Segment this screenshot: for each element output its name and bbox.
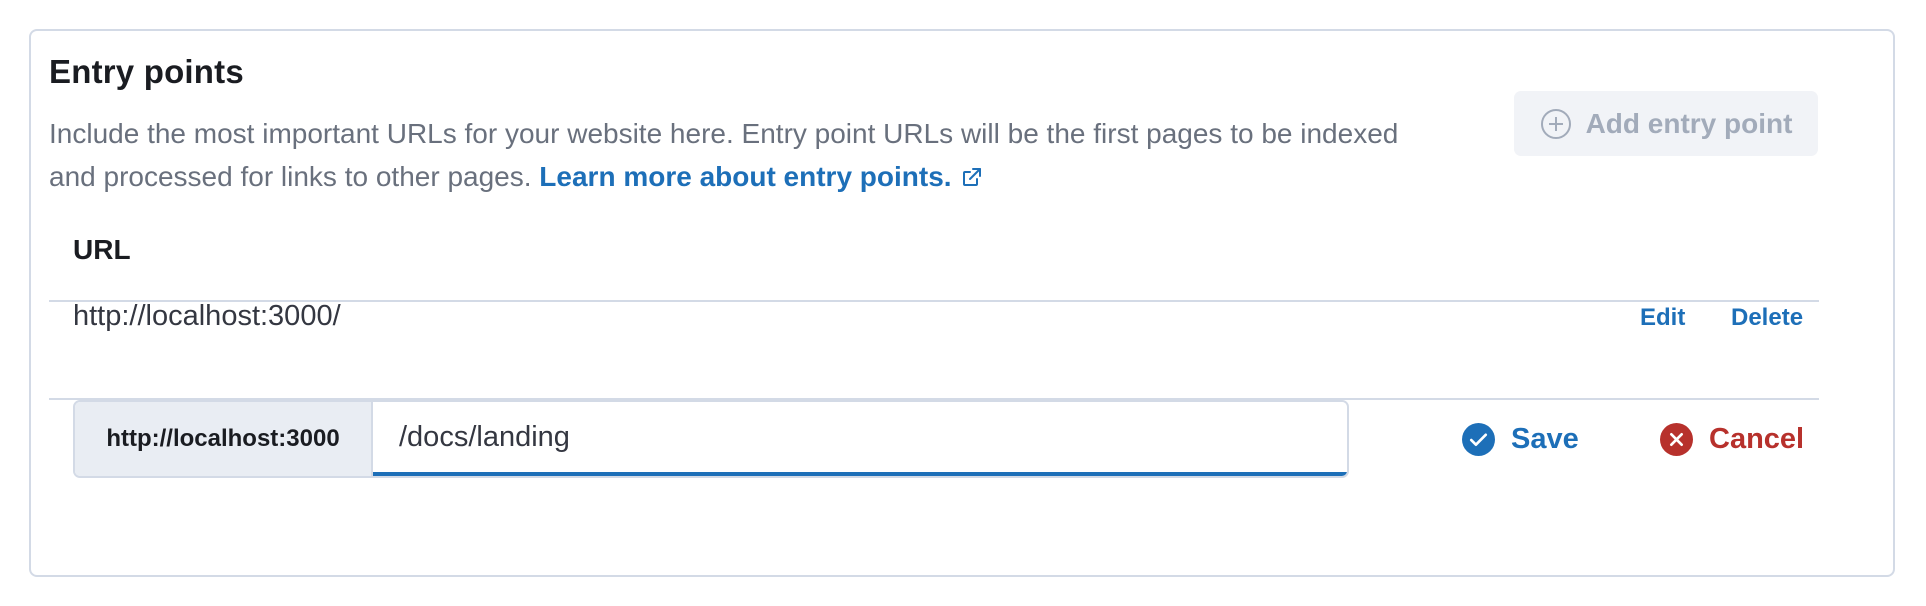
learn-more-link[interactable]: Learn more about entry points. (539, 161, 983, 192)
learn-more-link-label: Learn more about entry points. (539, 161, 952, 192)
delete-button[interactable]: Delete (1731, 304, 1803, 332)
check-circle-icon (1462, 422, 1495, 456)
add-entry-point-label: Add entry point (1585, 107, 1793, 139)
cancel-label: Cancel (1709, 422, 1805, 455)
save-button[interactable]: Save (1462, 412, 1579, 466)
cross-circle-icon (1660, 422, 1693, 456)
url-prefix: http://localhost:3000 (75, 402, 373, 476)
entry-point-url: http://localhost:3000/ (73, 300, 341, 332)
section-description: Include the most important URLs for your… (49, 112, 1429, 198)
external-link-icon (962, 168, 981, 186)
add-entry-point-button[interactable]: Add entry point (1514, 91, 1818, 156)
path-input[interactable] (373, 402, 1347, 476)
save-label: Save (1511, 422, 1579, 455)
section-title: Entry points (49, 53, 244, 90)
entry-point-input-group: http://localhost:3000 (73, 400, 1349, 478)
url-column-header: URL (73, 234, 131, 265)
edit-button[interactable]: Edit (1640, 304, 1685, 332)
path-input-wrapper (373, 402, 1347, 476)
cancel-button[interactable]: Cancel (1660, 412, 1804, 466)
plus-in-circle-icon (1540, 108, 1571, 139)
